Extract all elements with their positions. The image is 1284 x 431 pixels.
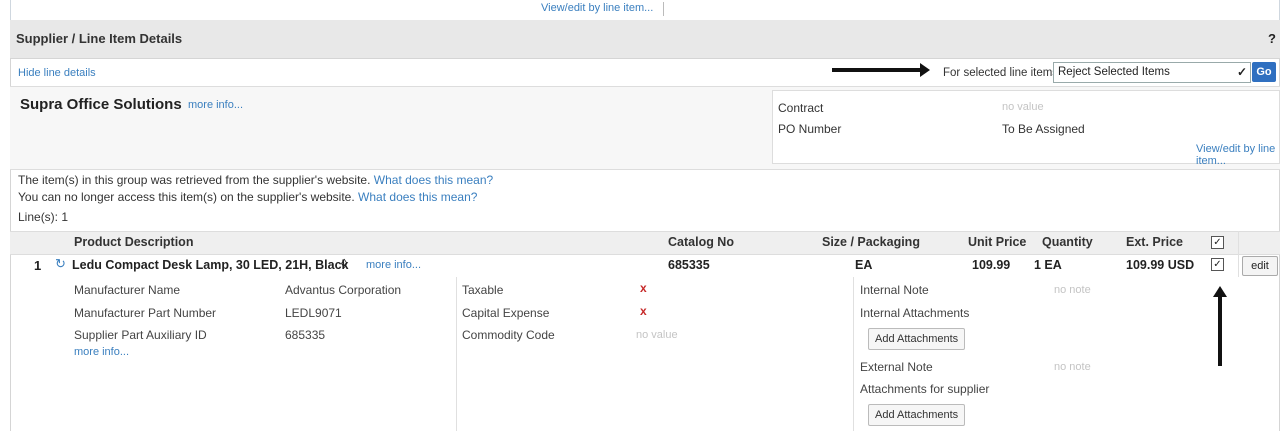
what-does-this-mean-link-1[interactable]: What does this mean? [374, 173, 493, 187]
supplier-more-info-link[interactable]: more info... [188, 99, 243, 111]
arrow-right-icon [832, 63, 930, 77]
select-all-checkbox[interactable]: ✓ [1211, 236, 1224, 249]
catalog-no: 685335 [668, 258, 710, 272]
manufacturer-name-label: Manufacturer Name [74, 283, 181, 297]
contract-value: no value [1002, 101, 1044, 113]
top-strip: View/edit by line item... [10, 0, 1280, 20]
section-header: Supplier / Line Item Details ? [10, 20, 1280, 59]
selected-items-action-select[interactable]: Reject Selected Items ✓ [1053, 62, 1251, 83]
ext-price: 109.99 USD [1126, 258, 1195, 272]
divider [663, 2, 664, 16]
edit-button[interactable]: edit [1242, 256, 1278, 276]
header-product-description[interactable]: Product Description [74, 235, 193, 249]
view-edit-line-item-link-top[interactable]: View/edit by line item... [541, 2, 653, 14]
column-divider [853, 277, 854, 431]
add-supplier-attachments-button[interactable]: Add Attachments [868, 404, 966, 426]
unit-price: 109.99 [972, 258, 1011, 272]
po-number-label: PO Number [778, 122, 842, 136]
line-item-checkbox[interactable]: ✓ [1211, 258, 1224, 271]
column-divider [456, 277, 457, 431]
external-note-label: External Note [860, 360, 933, 374]
taxable-label: Taxable [462, 283, 504, 297]
taxable-x-icon: x [640, 281, 647, 295]
for-selected-label: For selected line items [943, 67, 1059, 79]
header-unit-price[interactable]: Unit Price [968, 235, 1026, 249]
go-button[interactable]: Go [1252, 62, 1276, 82]
help-icon[interactable]: ? [1268, 31, 1276, 46]
size-packaging: EA [855, 258, 873, 272]
internal-note-label: Internal Note [860, 283, 929, 297]
external-note-value: no note [1054, 361, 1091, 373]
capital-x-icon: x [640, 304, 647, 318]
item-more-info-link[interactable]: more info... [366, 259, 421, 271]
commodity-code-value: no value [636, 329, 678, 341]
mpn-value: LEDL9071 [285, 306, 342, 320]
notice-text-2: You can no longer access this item(s) on… [18, 190, 355, 204]
details-more-info-link[interactable]: more info... [74, 346, 129, 358]
arrow-up-icon [1213, 286, 1227, 366]
diamond-icon: ◊ [341, 256, 348, 271]
add-internal-attachments-button[interactable]: Add Attachments [868, 328, 966, 350]
internal-note-value: no note [1054, 284, 1091, 296]
mpn-label: Manufacturer Part Number [74, 306, 217, 320]
chevron-down-icon: ✓ [1236, 65, 1247, 79]
supplier-attachments-label: Attachments for supplier [860, 382, 990, 396]
what-does-this-mean-link-2[interactable]: What does this mean? [358, 190, 477, 204]
header-catalog-no[interactable]: Catalog No [668, 235, 734, 249]
header-size-packaging[interactable]: Size / Packaging [822, 235, 920, 249]
notice-line-2: You can no longer access this item(s) on… [18, 190, 477, 204]
hide-line-details-link[interactable]: Hide line details [18, 67, 96, 79]
section-title: Supplier / Line Item Details [16, 31, 183, 46]
aux-id-label: Supplier Part Auxiliary ID [74, 328, 207, 342]
refresh-icon[interactable]: ↻ [55, 256, 66, 272]
internal-attachments-label: Internal Attachments [860, 306, 970, 320]
line-number: 1 [34, 258, 42, 273]
notice-text-1: The item(s) in this group was retrieved … [18, 173, 371, 187]
capital-expense-label: Capital Expense [462, 306, 550, 320]
aux-id-value: 685335 [285, 328, 326, 342]
manufacturer-name-value: Advantus Corporation [285, 283, 402, 297]
selected-action-value: Reject Selected Items [1058, 66, 1170, 78]
view-edit-line-item-link[interactable]: View/edit by line item... [1196, 143, 1284, 167]
lines-count: Line(s): 1 [18, 210, 69, 224]
notice-line-1: The item(s) in this group was retrieved … [18, 173, 493, 187]
column-divider [1238, 231, 1239, 255]
supplier-name: Supra Office Solutions [20, 96, 182, 113]
header-quantity[interactable]: Quantity [1042, 235, 1093, 249]
contract-label: Contract [778, 101, 824, 115]
quantity: 1 EA [1034, 258, 1062, 272]
header-ext-price[interactable]: Ext. Price [1126, 235, 1183, 249]
commodity-code-label: Commodity Code [462, 328, 555, 342]
po-number-value: To Be Assigned [1002, 122, 1085, 136]
item-title: Ledu Compact Desk Lamp, 30 LED, 21H, Bla… [72, 258, 349, 272]
column-divider [1238, 255, 1239, 277]
